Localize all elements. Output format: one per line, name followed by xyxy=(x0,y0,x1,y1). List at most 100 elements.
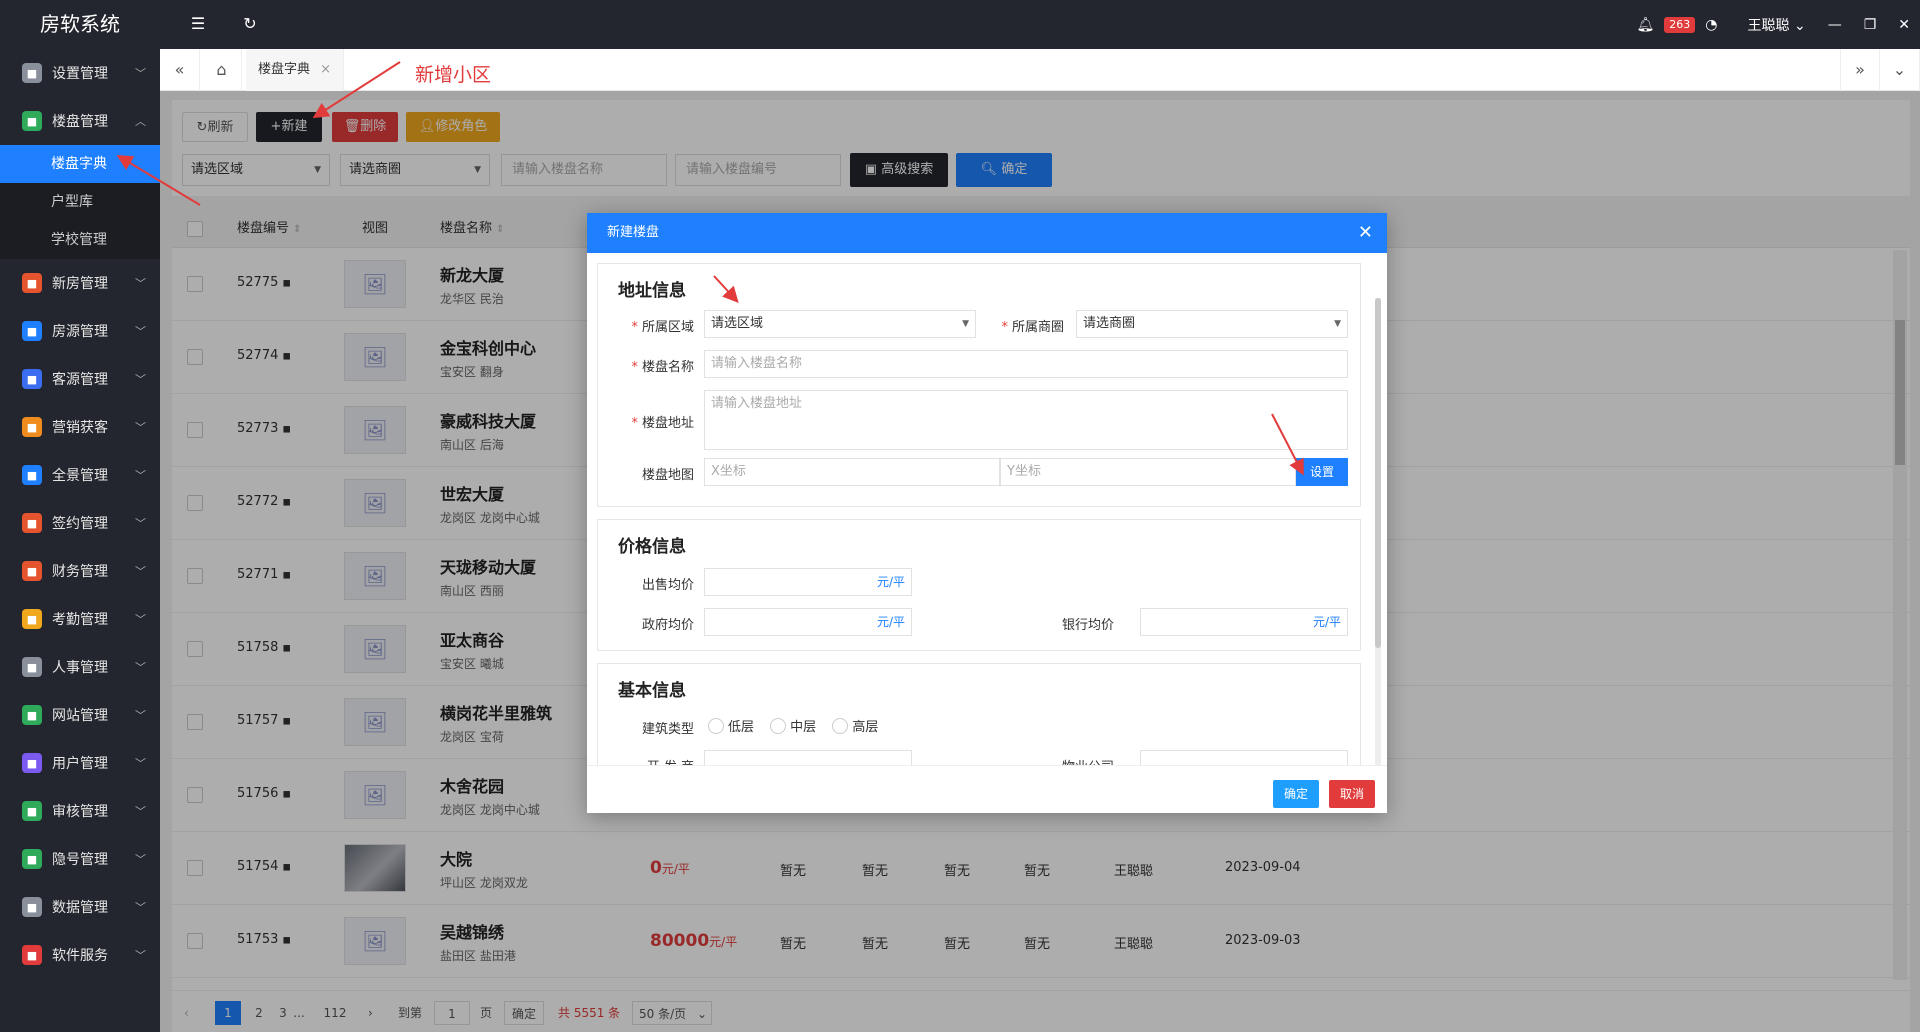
close-window-icon[interactable]: ✕ xyxy=(1898,17,1910,33)
tabs-menu-chevron-icon[interactable]: ⌄ xyxy=(1880,49,1920,91)
price-section-title: 价格信息 xyxy=(618,537,686,557)
radio-low[interactable]: 低层 xyxy=(708,718,755,735)
sidebar-item-15[interactable]: ■ 数据管理 ﹀ xyxy=(0,883,160,931)
sidebar-item-1[interactable]: ■ 楼盘管理 ︿ xyxy=(0,97,160,145)
sidebar-item-12[interactable]: ■ 用户管理 ﹀ xyxy=(0,739,160,787)
notification-badge[interactable]: 263 xyxy=(1664,16,1696,33)
dashboard-icon[interactable]: ◔ xyxy=(1705,17,1717,33)
top-bar: 房软系统 ☰ ↻ 🔔︎ 263 ◔ 王聪聪 ⌄ — ❐ ✕ xyxy=(0,0,1920,49)
building-name-field[interactable]: 请输入楼盘名称 xyxy=(704,350,1348,378)
basic-section: 基本信息 建筑类型 低层 中层 高层 开 发 商 物业公司 xyxy=(597,663,1361,765)
building-type-radios: 低层 中层 高层 xyxy=(708,716,878,735)
building-name-label-text: 楼盘名称 xyxy=(641,360,694,375)
home-icon[interactable]: ⌂ xyxy=(202,49,242,91)
address-section-title: 地址信息 xyxy=(618,281,686,301)
sidebar-item-9[interactable]: ■ 考勤管理 ﹀ xyxy=(0,595,160,643)
sidebar-item-label: 财务管理 xyxy=(52,564,108,580)
database-icon: ■ xyxy=(22,897,42,917)
radio-mid-label: 中层 xyxy=(790,720,817,735)
user-icon: ■ xyxy=(22,753,42,773)
y-coordinate-field[interactable]: Y坐标 xyxy=(1000,458,1296,486)
sidebar-item-label: 楼盘管理 xyxy=(52,114,108,130)
sale-price-field[interactable]: 元/平 xyxy=(704,568,912,596)
sidebar-item-0[interactable]: ■ 设置管理 ﹀ xyxy=(0,49,160,97)
phone-icon: ■ xyxy=(22,849,42,869)
developer-field[interactable] xyxy=(704,750,912,765)
chevron-down-icon: ▼ xyxy=(1334,319,1341,329)
region-select-value: 请选区域 xyxy=(711,316,764,331)
building-icon: ■ xyxy=(22,111,42,131)
sidebar-item-3[interactable]: ■ 房源管理 ﹀ xyxy=(0,307,160,355)
share-icon: ■ xyxy=(22,417,42,437)
chevron-down-icon: ﹀ xyxy=(135,613,146,626)
minimize-icon[interactable]: — xyxy=(1828,17,1842,33)
chevron-down-icon: ▼ xyxy=(962,319,969,329)
sidebar-item-2[interactable]: ■ 新房管理 ﹀ xyxy=(0,259,160,307)
sidebar-item-11[interactable]: ■ 网站管理 ﹀ xyxy=(0,691,160,739)
tabs-prev-icon[interactable]: « xyxy=(160,49,200,91)
radio-mid[interactable]: 中层 xyxy=(770,718,817,735)
x-coordinate-field[interactable]: X坐标 xyxy=(704,458,1000,486)
gov-price-label: 政府均价 xyxy=(641,618,694,633)
dialog-scrollbar-thumb[interactable] xyxy=(1375,298,1381,648)
sidebar-item-7[interactable]: ■ 签约管理 ﹀ xyxy=(0,499,160,547)
panorama-icon: ■ xyxy=(22,465,42,485)
chevron-down-icon: ﹀ xyxy=(135,901,146,914)
sidebar-subitem-2[interactable]: 学校管理 xyxy=(0,221,160,259)
sidebar-item-label: 全景管理 xyxy=(52,468,108,484)
dialog-cancel-button[interactable]: 取消 xyxy=(1329,780,1375,808)
tab-label: 楼盘字典 xyxy=(258,62,311,77)
address-section: 地址信息 * 所属区域 请选区域 ▼ * 所属商圈 请选商圈 ▼ * 楼盘名称 请输入楼盘… xyxy=(597,263,1361,507)
sidebar-item-16[interactable]: ■ 软件服务 ﹀ xyxy=(0,931,160,979)
bell-icon[interactable]: 🔔︎ xyxy=(1637,17,1655,33)
audit-icon: ■ xyxy=(22,801,42,821)
sidebar-subitem-1[interactable]: 户型库 xyxy=(0,183,160,221)
sidebar-item-14[interactable]: ■ 隐号管理 ﹀ xyxy=(0,835,160,883)
chevron-up-icon: ︿ xyxy=(135,115,146,128)
radio-low-label: 低层 xyxy=(728,720,755,735)
maximize-icon[interactable]: ❐ xyxy=(1864,17,1877,33)
map-set-button[interactable]: 设置 xyxy=(1296,458,1348,486)
sidebar-item-5[interactable]: ■ 营销获客 ﹀ xyxy=(0,403,160,451)
user-menu[interactable]: 王聪聪 ⌄ xyxy=(1748,15,1806,35)
sidebar-item-4[interactable]: ■ 客源管理 ﹀ xyxy=(0,355,160,403)
sidebar-item-label: 人事管理 xyxy=(52,660,108,676)
property-company-field[interactable] xyxy=(1140,750,1348,765)
contract-icon: ■ xyxy=(22,513,42,533)
sidebar-item-6[interactable]: ■ 全景管理 ﹀ xyxy=(0,451,160,499)
sidebar-item-10[interactable]: ■ 人事管理 ﹀ xyxy=(0,643,160,691)
bank-price-field[interactable]: 元/平 xyxy=(1140,608,1348,636)
users-icon: ■ xyxy=(22,369,42,389)
sidebar-item-label: 客源管理 xyxy=(52,372,108,388)
user-name: 王聪聪 xyxy=(1747,17,1790,34)
radio-circle xyxy=(708,718,724,734)
chevron-down-icon: ﹀ xyxy=(135,565,146,578)
chevron-down-icon: ﹀ xyxy=(135,325,146,338)
close-icon[interactable]: ✕ xyxy=(1358,213,1373,253)
chevron-down-icon: ﹀ xyxy=(135,517,146,530)
refresh-icon[interactable]: ↻ xyxy=(240,14,260,34)
sidebar-item-label: 网站管理 xyxy=(52,708,108,724)
chevron-down-icon: ﹀ xyxy=(135,757,146,770)
sidebar-item-8[interactable]: ■ 财务管理 ﹀ xyxy=(0,547,160,595)
sidebar-item-label: 房源管理 xyxy=(52,324,108,340)
tab-close-icon[interactable]: × xyxy=(320,62,331,77)
region-select[interactable]: 请选区域 ▼ xyxy=(704,310,976,338)
sidebar-subitem-0[interactable]: 楼盘字典 xyxy=(0,145,160,183)
developer-label: 开 发 商 xyxy=(614,756,694,765)
sidebar-item-label: 新房管理 xyxy=(52,276,108,292)
gear-icon: ■ xyxy=(22,63,42,83)
chevron-down-icon: ﹀ xyxy=(135,277,146,290)
sidebar-item-13[interactable]: ■ 审核管理 ﹀ xyxy=(0,787,160,835)
tab-current[interactable]: 楼盘字典 × xyxy=(246,49,345,91)
radio-high[interactable]: 高层 xyxy=(832,718,879,735)
clock-icon: ■ xyxy=(22,609,42,629)
menu-toggle-icon[interactable]: ☰ xyxy=(188,14,208,34)
building-address-field[interactable]: 请输入楼盘地址 xyxy=(704,390,1348,450)
district-select[interactable]: 请选商圈 ▼ xyxy=(1076,310,1348,338)
dialog-ok-button[interactable]: 确定 xyxy=(1273,780,1319,808)
tabs-next-icon[interactable]: » xyxy=(1840,49,1880,91)
gov-price-field[interactable]: 元/平 xyxy=(704,608,912,636)
person-icon: ■ xyxy=(22,657,42,677)
radio-high-label: 高层 xyxy=(852,720,879,735)
